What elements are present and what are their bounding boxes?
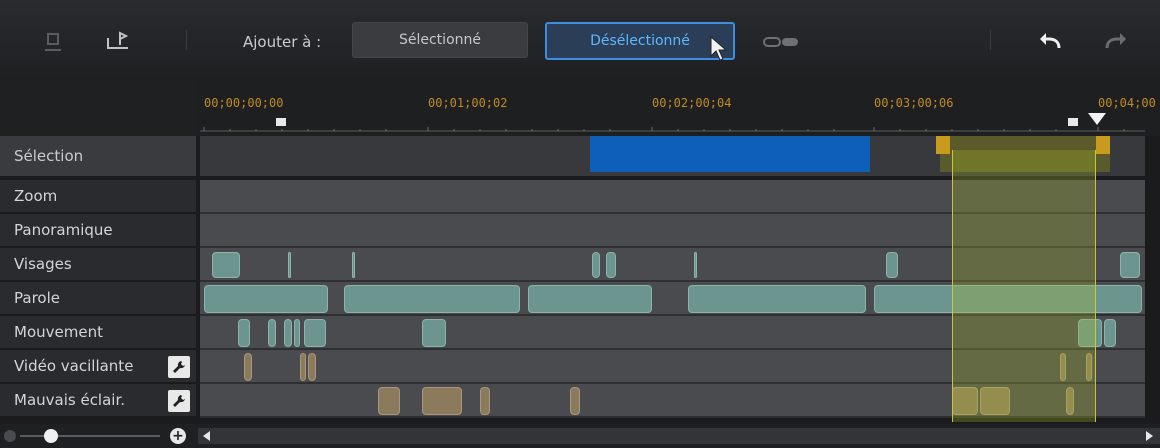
timecode-1: 00;01;00;02 — [428, 96, 508, 110]
row-label-speech: Parole — [0, 282, 196, 316]
motion-segment[interactable] — [422, 319, 446, 347]
timecode-0: 00;00;00;00 — [204, 96, 284, 110]
mark-out-icon[interactable] — [102, 28, 136, 56]
undo-icon[interactable] — [1034, 28, 1068, 56]
lighting-segment[interactable] — [480, 387, 490, 415]
speech-segment[interactable] — [204, 285, 328, 313]
selected-range-overlay[interactable] — [952, 150, 1096, 422]
wrench-icon[interactable] — [168, 390, 190, 412]
row-label-faces: Visages — [0, 248, 196, 282]
scroll-right-icon[interactable] — [1144, 431, 1154, 441]
mark-in-icon[interactable] — [40, 28, 74, 56]
motion-segment[interactable] — [268, 319, 276, 347]
face-segment[interactable] — [694, 252, 697, 278]
toolbar: Ajouter à : Sélectionné Désélectionné — [0, 0, 1160, 80]
mark-out-flag-icon[interactable] — [1068, 118, 1078, 126]
motion-segment[interactable] — [284, 319, 292, 347]
speech-segment[interactable] — [344, 285, 520, 313]
mark-in-flag-icon[interactable] — [276, 118, 286, 126]
lighting-segment[interactable] — [422, 387, 462, 415]
ruler-label-area — [0, 80, 198, 136]
speech-segment[interactable] — [688, 285, 866, 313]
wrench-icon[interactable] — [168, 356, 190, 378]
ruler-ticks — [200, 127, 1145, 132]
lighting-segment[interactable] — [378, 387, 400, 415]
range-end-handle[interactable] — [1096, 136, 1110, 154]
row-label-lighting: Mauvais éclair. — [0, 384, 196, 418]
scroll-left-icon[interactable] — [202, 431, 212, 441]
zoom-in-icon[interactable]: + — [170, 428, 186, 444]
speech-segment[interactable] — [528, 285, 652, 313]
motion-segment[interactable] — [304, 319, 326, 347]
horizontal-scrollbar[interactable] — [198, 428, 1160, 444]
selection-range-blue[interactable] — [590, 136, 870, 172]
row-label-selection: Sélection — [0, 136, 196, 176]
face-segment[interactable] — [212, 252, 240, 278]
timecode-3: 00;03;00;06 — [874, 96, 954, 110]
zoom-slider-track[interactable] — [20, 435, 160, 437]
row-label-zoom: Zoom — [0, 180, 196, 214]
shaky-segment[interactable] — [244, 353, 252, 381]
row-label-shaky-text: Vidéo vacillante — [14, 357, 134, 375]
face-segment[interactable] — [288, 252, 291, 278]
row-label-pan: Panoramique — [0, 214, 196, 248]
zoom-slider-thumb[interactable] — [44, 429, 58, 443]
timecode-2: 00;02;00;04 — [652, 96, 732, 110]
timecode-4: 00;04;00 — [1098, 96, 1156, 110]
toolbar-separator — [186, 30, 187, 50]
face-segment[interactable] — [886, 252, 898, 278]
playhead-icon[interactable] — [1086, 112, 1108, 128]
redo-icon[interactable] — [1098, 28, 1132, 56]
shaky-segment[interactable] — [308, 353, 316, 381]
add-to-label: Ajouter à : — [243, 33, 322, 51]
range-start-handle[interactable] — [936, 136, 950, 154]
motion-segment[interactable] — [1104, 319, 1116, 347]
motion-segment[interactable] — [238, 319, 250, 347]
row-label-motion: Mouvement — [0, 316, 196, 350]
link-icon[interactable] — [760, 28, 804, 56]
face-segment[interactable] — [592, 252, 600, 278]
face-segment[interactable] — [1120, 252, 1140, 278]
deselected-button[interactable]: Désélectionné — [545, 22, 735, 60]
mouse-cursor-icon — [710, 36, 728, 61]
face-segment[interactable] — [352, 252, 355, 278]
selected-button[interactable]: Sélectionné — [352, 22, 528, 58]
face-segment[interactable] — [606, 252, 616, 278]
toolbar-separator — [990, 30, 991, 50]
zoom-out-icon[interactable] — [4, 430, 16, 442]
motion-segment[interactable] — [294, 319, 300, 347]
timeline-panel: Ajouter à : Sélectionné Désélectionné 00… — [0, 0, 1160, 448]
row-label-shaky: Vidéo vacillante — [0, 350, 196, 384]
row-label-lighting-text: Mauvais éclair. — [14, 391, 126, 409]
lighting-segment[interactable] — [570, 387, 580, 415]
shaky-segment[interactable] — [300, 353, 306, 381]
